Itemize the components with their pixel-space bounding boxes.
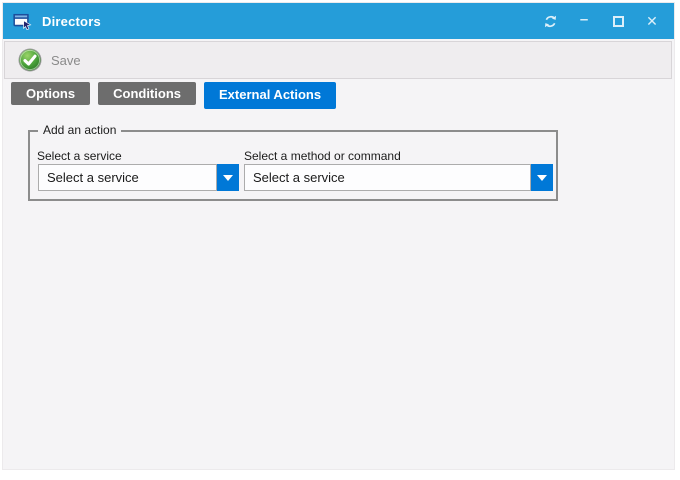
- tab-options[interactable]: Options: [11, 82, 90, 105]
- tab-bar: Options Conditions External Actions: [11, 82, 674, 109]
- window-title: Directors: [42, 14, 101, 29]
- close-icon[interactable]: ✕: [640, 9, 664, 33]
- maximize-icon[interactable]: [606, 9, 630, 33]
- service-dropdown[interactable]: Select a service: [38, 164, 239, 191]
- save-check-icon: [18, 48, 42, 72]
- dropdown-arrow-icon: [223, 175, 233, 181]
- save-button[interactable]: Save: [18, 48, 81, 72]
- window-controls: – ✕: [538, 9, 674, 33]
- tab-conditions[interactable]: Conditions: [98, 82, 196, 105]
- tab-content: Add an action Select a service Select a …: [3, 109, 674, 469]
- directors-window: Directors – ✕: [2, 2, 675, 470]
- form-window-icon: [13, 12, 33, 30]
- service-dropdown-value[interactable]: Select a service: [38, 164, 217, 191]
- groupbox-legend: Add an action: [38, 123, 121, 137]
- minimize-icon[interactable]: –: [572, 9, 596, 33]
- service-label: Select a service: [37, 149, 122, 163]
- method-dropdown-button[interactable]: [531, 164, 553, 191]
- toolbar: Save: [4, 41, 672, 79]
- add-action-groupbox: Add an action Select a service Select a …: [28, 130, 558, 201]
- method-label: Select a method or command: [244, 149, 401, 163]
- refresh-icon[interactable]: [538, 9, 562, 33]
- tab-external-actions[interactable]: External Actions: [204, 82, 336, 109]
- service-dropdown-button[interactable]: [217, 164, 239, 191]
- dropdown-arrow-icon: [537, 175, 547, 181]
- method-dropdown-value[interactable]: Select a service: [244, 164, 531, 191]
- save-label: Save: [51, 53, 81, 68]
- titlebar: Directors – ✕: [3, 3, 674, 39]
- method-dropdown[interactable]: Select a service: [244, 164, 553, 191]
